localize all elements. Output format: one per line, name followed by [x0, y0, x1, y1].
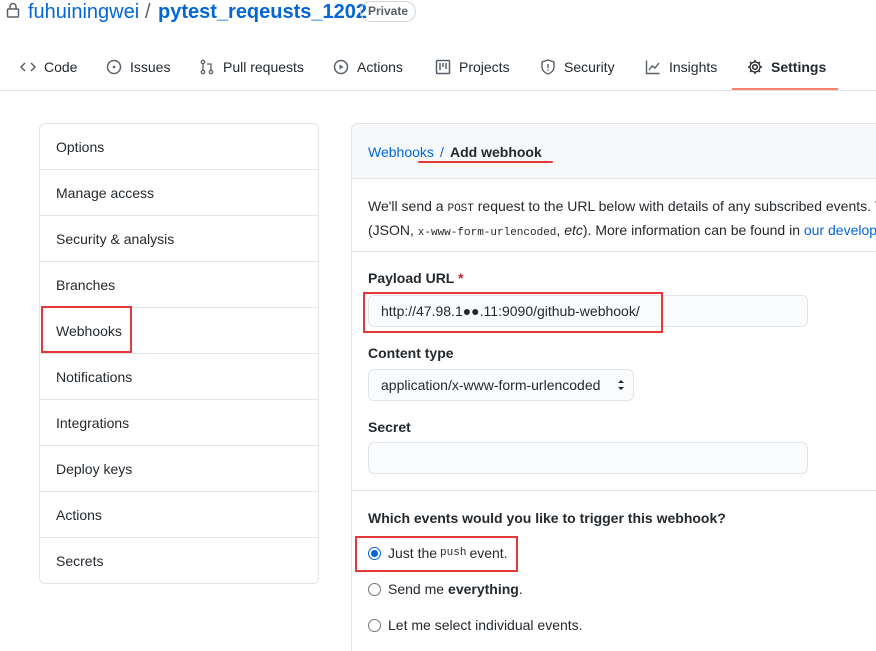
tab-settings[interactable]: Settings	[747, 44, 826, 90]
breadcrumb: Webhooks / Add webhook	[352, 124, 876, 179]
project-icon	[435, 59, 451, 75]
intro-text-part: etc	[564, 222, 583, 238]
tab-label: Insights	[669, 59, 718, 75]
issue-opened-icon	[106, 59, 122, 75]
sidebar-item-options[interactable]: Options	[40, 124, 318, 170]
select-arrows-icon	[618, 380, 624, 390]
radio-everything[interactable]: Send me everything.	[368, 581, 523, 597]
gear-icon	[748, 60, 762, 74]
tab-label: Projects	[459, 59, 510, 75]
intro-code: POST	[447, 203, 474, 215]
repo-separator: /	[145, 1, 151, 23]
sidebar-item-secrets[interactable]: Secrets	[40, 538, 318, 583]
sidebar-item-deploy-keys[interactable]: Deploy keys	[40, 446, 318, 492]
tab-projects[interactable]: Projects	[435, 44, 510, 90]
payload-url-label: Payload URL *	[368, 270, 463, 286]
annotation-box-webhooks	[41, 306, 132, 353]
code-icon	[20, 62, 36, 72]
payload-url-label-text: Payload URL	[368, 270, 455, 286]
repo-nav-tabs: Code Issues Pull requests Actions Projec…	[0, 44, 876, 91]
tab-insights[interactable]: Insights	[645, 44, 717, 90]
radio-label-part: Send me	[388, 581, 445, 597]
annotation-box-push-event	[355, 536, 518, 572]
sidebar-item-branches[interactable]: Branches	[40, 262, 318, 308]
sidebar-item-manage-access[interactable]: Manage access	[40, 170, 318, 216]
developer-docs-link[interactable]: our develope	[804, 222, 876, 238]
intro-text-part: ). More information can be found in	[582, 222, 804, 238]
radio-button[interactable]	[368, 618, 381, 632]
repo-name-link[interactable]: pytest_reqeusts_1202	[158, 0, 367, 24]
tab-label: Code	[44, 59, 78, 75]
secret-input[interactable]	[368, 442, 808, 474]
breadcrumb-webhooks-link[interactable]: Webhooks	[368, 144, 434, 160]
tab-label: Settings	[771, 59, 827, 75]
radio-individual-events[interactable]: Let me select individual events.	[368, 617, 583, 633]
intro-text: We'll send a POST request to the URL bel…	[368, 196, 876, 244]
pull-request-icon	[200, 59, 214, 75]
tab-security[interactable]: Security	[540, 44, 615, 90]
intro-code: x-www-form-urlencoded	[417, 227, 557, 239]
radio-label-part: .	[518, 581, 523, 597]
tab-label: Pull requests	[223, 59, 304, 75]
sidebar-item-notifications[interactable]: Notifications	[40, 354, 318, 400]
selected-tab-indicator	[732, 88, 838, 90]
annotation-box-payload-url	[363, 292, 663, 333]
divider	[352, 251, 876, 252]
graph-icon	[645, 60, 660, 75]
tab-actions[interactable]: Actions	[333, 44, 403, 90]
tab-code[interactable]: Code	[20, 44, 77, 90]
divider	[352, 490, 876, 491]
tab-label: Actions	[357, 59, 403, 75]
sidebar-item-actions[interactable]: Actions	[40, 492, 318, 538]
radio-label-part: everything	[448, 581, 519, 597]
content-type-value: application/x-www-form-urlencoded	[381, 377, 601, 393]
breadcrumb-separator: /	[440, 144, 444, 160]
tab-pull-requests[interactable]: Pull requests	[199, 44, 304, 90]
intro-text-part: request to the URL below with details of…	[473, 198, 876, 214]
repo-header: fuhuiningwei / pytest_reqeusts_1202 Priv…	[0, 0, 876, 26]
settings-sidebar: Options Manage access Security & analysi…	[39, 123, 319, 584]
tab-label: Security	[564, 59, 615, 75]
content-type-label: Content type	[368, 345, 454, 361]
intro-text-part: (JSON,	[368, 222, 418, 238]
radio-label-part: Let me select individual events.	[388, 617, 583, 633]
tab-label: Issues	[130, 59, 171, 75]
intro-text-part: We'll send a	[368, 198, 448, 214]
repo-owner-link[interactable]: fuhuiningwei	[28, 0, 139, 24]
content-type-select[interactable]: application/x-www-form-urlencoded	[368, 369, 634, 401]
tab-issues[interactable]: Issues	[106, 44, 170, 90]
secret-label: Secret	[368, 419, 411, 435]
page-title: Add webhook	[450, 144, 542, 160]
required-marker: *	[458, 270, 464, 286]
sidebar-item-security-analysis[interactable]: Security & analysis	[40, 216, 318, 262]
annotation-underline-add-webhook	[418, 161, 553, 163]
visibility-badge: Private	[360, 1, 417, 22]
events-question: Which events would you like to trigger t…	[368, 510, 726, 526]
play-icon	[333, 59, 349, 75]
sidebar-item-integrations[interactable]: Integrations	[40, 400, 318, 446]
radio-button[interactable]	[368, 582, 381, 596]
lock-icon	[6, 2, 20, 18]
shield-icon	[541, 59, 555, 75]
